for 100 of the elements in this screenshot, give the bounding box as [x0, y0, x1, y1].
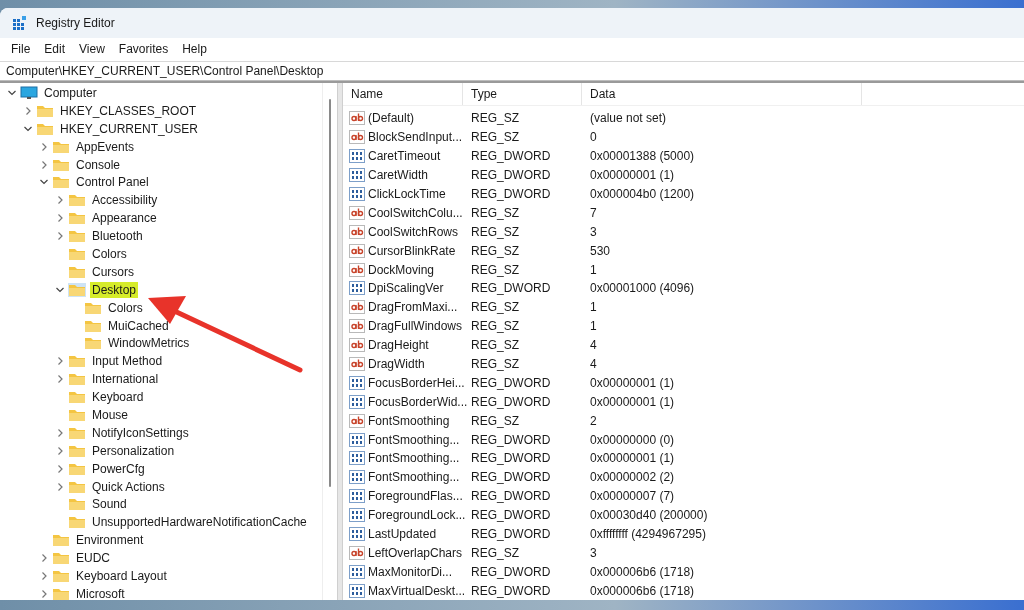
- folder-icon: [52, 569, 70, 583]
- tree-item[interactable]: Colors: [90, 245, 129, 262]
- value-name[interactable]: MaxVirtualDeskt...: [368, 583, 466, 598]
- tree-item[interactable]: Mouse: [90, 406, 131, 423]
- tree-item[interactable]: Appearance: [90, 210, 159, 227]
- menu-item[interactable]: Favorites: [111, 41, 176, 56]
- value-type: REG_DWORD: [470, 187, 552, 201]
- value-type: REG_DWORD: [470, 281, 552, 296]
- value-name[interactable]: FocusBorderHei...: [368, 375, 465, 390]
- menu-item[interactable]: View: [72, 41, 112, 56]
- tree-item[interactable]: Quick Actions: [90, 478, 167, 495]
- value-name[interactable]: CursorBlinkRate: [368, 243, 456, 258]
- value-data: 7: [589, 205, 598, 220]
- value-type: REG_SZ: [470, 111, 520, 126]
- value-type: REG_DWORD: [470, 508, 552, 523]
- value-name[interactable]: FontSmoothing...: [368, 451, 460, 466]
- value-type: REG_SZ: [470, 224, 520, 239]
- value-name[interactable]: FontSmoothing: [368, 413, 450, 428]
- tree-item[interactable]: Console: [74, 156, 123, 173]
- tree-item[interactable]: Microsoft: [74, 585, 127, 600]
- string-value-icon: [349, 318, 365, 335]
- value-name[interactable]: FontSmoothing...: [368, 470, 460, 485]
- tree-item[interactable]: Keyboard Layout: [74, 568, 169, 584]
- monitor-icon: [20, 85, 38, 100]
- folder-icon: [68, 372, 86, 387]
- scrollbar-thumb[interactable]: [329, 99, 331, 487]
- folder-icon: [68, 497, 86, 512]
- tree-item[interactable]: Input Method: [90, 353, 165, 370]
- tree-item[interactable]: Desktop: [90, 281, 139, 298]
- value-name[interactable]: CoolSwitchRows: [368, 224, 459, 239]
- tree-item[interactable]: Accessibility: [90, 192, 160, 209]
- folder-icon: [36, 121, 54, 136]
- binary-value-icon: [349, 393, 365, 410]
- value-data: 0x00000001 (1): [589, 451, 676, 466]
- tree-item[interactable]: EUDC: [74, 550, 112, 567]
- value-name[interactable]: LastUpdated: [368, 527, 437, 542]
- value-data: 2: [589, 413, 598, 428]
- binary-value-icon: [349, 186, 365, 202]
- value-name[interactable]: FontSmoothing...: [368, 432, 460, 447]
- tree-item[interactable]: Personalization: [90, 442, 177, 459]
- binary-value-icon: [349, 280, 365, 297]
- value-name[interactable]: DockMoving: [368, 262, 435, 277]
- value-data: 0x000006b6 (1718): [589, 583, 696, 598]
- tree-item[interactable]: Bluetooth: [90, 228, 145, 245]
- value-name[interactable]: ClickLockTime: [368, 187, 446, 201]
- tree-item[interactable]: MuiCached: [106, 317, 171, 334]
- value-name[interactable]: MaxMonitorDi...: [368, 564, 453, 579]
- menu-item[interactable]: Edit: [37, 41, 73, 56]
- folder-icon: [36, 103, 54, 118]
- tree-item[interactable]: HKEY_CURRENT_USER: [58, 120, 201, 137]
- tree-item[interactable]: AppEvents: [74, 138, 137, 155]
- tree-item[interactable]: UnsupportedHardwareNotificationCache: [90, 514, 309, 531]
- column-header[interactable]: Type: [463, 83, 582, 105]
- menu-item[interactable]: Help: [175, 41, 214, 56]
- value-type: REG_DWORD: [470, 564, 552, 579]
- value-type: REG_SZ: [470, 243, 520, 258]
- value-name[interactable]: FocusBorderWid...: [368, 394, 468, 409]
- tree-item[interactable]: NotifyIconSettings: [90, 424, 191, 441]
- value-name[interactable]: ForegroundFlas...: [368, 489, 463, 504]
- value-name[interactable]: BlockSendInput...: [368, 130, 463, 145]
- value-name[interactable]: CoolSwitchColu...: [368, 205, 463, 220]
- menu-item[interactable]: File: [4, 41, 38, 56]
- tree-item[interactable]: HKEY_CLASSES_ROOT: [58, 102, 199, 119]
- value-name[interactable]: DpiScalingVer: [368, 281, 444, 296]
- value-name[interactable]: CaretTimeout: [368, 149, 441, 164]
- folder-icon: [52, 139, 70, 154]
- address-field[interactable]: Computer\HKEY_CURRENT_USER\Control Panel\Desktop: [0, 61, 1024, 81]
- tree-item[interactable]: Computer: [42, 84, 99, 101]
- folder-icon: [52, 157, 70, 172]
- string-value-icon: [349, 544, 365, 561]
- value-type: REG_DWORD: [470, 168, 552, 183]
- folder-icon: [68, 443, 86, 458]
- string-value-icon: [349, 356, 365, 372]
- tree-item[interactable]: Keyboard: [90, 389, 146, 406]
- tree-item[interactable]: Sound: [90, 496, 129, 513]
- value-name[interactable]: CaretWidth: [368, 168, 429, 183]
- value-name[interactable]: DragWidth: [368, 357, 425, 371]
- value-name[interactable]: DragFullWindows: [368, 319, 463, 334]
- tree-item[interactable]: Colors: [106, 299, 145, 316]
- folder-icon: [52, 551, 70, 566]
- value-name[interactable]: DragFromMaxi...: [368, 300, 458, 315]
- tree-item[interactable]: PowerCfg: [90, 460, 147, 477]
- value-type: REG_DWORD: [470, 432, 552, 447]
- tree-item[interactable]: WindowMetrics: [106, 335, 192, 352]
- string-value-icon: [349, 110, 365, 127]
- value-name[interactable]: (Default): [368, 111, 414, 126]
- column-header[interactable]: Name: [343, 83, 463, 105]
- column-header[interactable]: Data: [582, 83, 862, 105]
- value-name[interactable]: DragHeight: [368, 338, 429, 353]
- binary-value-icon: [349, 507, 365, 524]
- value-type: REG_DWORD: [470, 583, 552, 598]
- tree-item[interactable]: Environment: [74, 532, 146, 549]
- value-data: 1: [589, 319, 598, 334]
- tree-item[interactable]: Control Panel: [74, 174, 151, 191]
- value-name[interactable]: LeftOverlapChars: [368, 545, 463, 560]
- value-data: 4: [589, 357, 598, 371]
- value-name[interactable]: ForegroundLock...: [368, 508, 466, 523]
- tree-item[interactable]: Cursors: [90, 263, 136, 280]
- tree-item[interactable]: International: [90, 371, 161, 388]
- string-value-icon: [349, 337, 365, 354]
